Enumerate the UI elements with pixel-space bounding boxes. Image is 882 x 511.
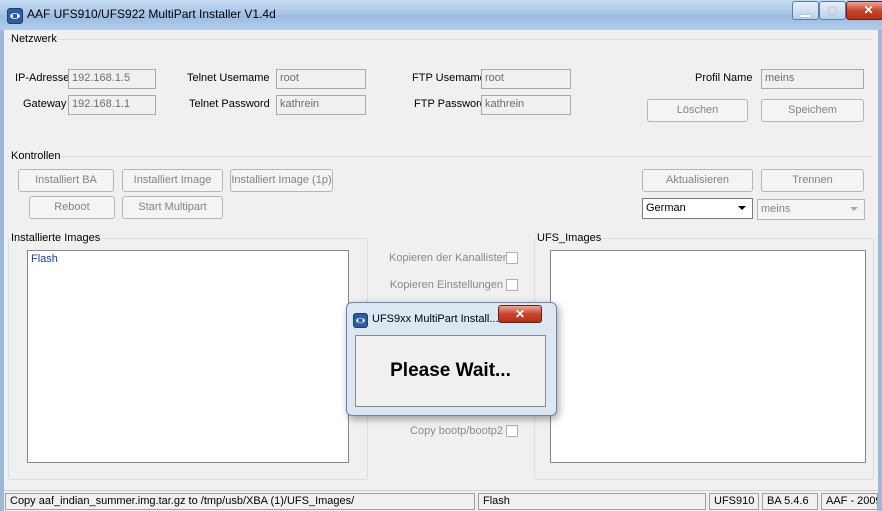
speichern-button[interactable]: Speichem bbox=[761, 99, 864, 122]
dialog-app-icon bbox=[353, 313, 368, 328]
please-wait-dialog: UFS9xx MultiPart Install... ✕ Please Wai… bbox=[346, 302, 557, 416]
telnet-username-field[interactable]: root bbox=[276, 69, 366, 89]
list-item[interactable]: Flash bbox=[31, 253, 58, 265]
installed-images-group-label: Installierte Images bbox=[11, 232, 101, 244]
reboot-button[interactable]: Reboot bbox=[29, 196, 115, 219]
ftp-password-field[interactable]: kathrein bbox=[481, 95, 571, 115]
netzwerk-group-label: Netzwerk bbox=[11, 33, 57, 45]
maximize-icon: □ bbox=[828, 3, 837, 17]
start-multipart-button[interactable]: Start Multipart bbox=[122, 196, 223, 219]
copy-channel-lists-checkbox[interactable] bbox=[506, 252, 518, 264]
aktualisieren-button[interactable]: Aktualisieren bbox=[642, 169, 753, 192]
ufs-images-group-label: UFS_Images bbox=[537, 232, 602, 244]
installed-images-list[interactable]: Flash bbox=[27, 250, 349, 463]
chevron-down-icon bbox=[738, 206, 746, 210]
ufs-images-list[interactable] bbox=[550, 250, 866, 463]
copy-settings-label: Kopieren Einstellungen bbox=[389, 279, 503, 291]
loeschen-button[interactable]: Löschen bbox=[647, 99, 748, 122]
title-bar: AAF UFS910/UFS922 MultiPart Installer V1… bbox=[0, 0, 882, 30]
status-bar: Copy aaf_indian_summer.img.tar.gz to /tm… bbox=[4, 490, 878, 511]
dialog-body: Please Wait... bbox=[355, 335, 546, 407]
gateway-field[interactable]: 192.168.1.1 bbox=[68, 95, 156, 115]
profile-select[interactable]: meins bbox=[757, 199, 865, 220]
app-icon[interactable] bbox=[7, 8, 23, 24]
language-select-value: German bbox=[646, 202, 686, 214]
install-image-button[interactable]: Installiert Image bbox=[122, 169, 223, 192]
netzwerk-group-border bbox=[8, 39, 872, 40]
minimize-button[interactable]: ▁ bbox=[792, 1, 819, 20]
status-ba-version: BA 5.4.6 bbox=[762, 493, 818, 510]
minimize-icon: ▁ bbox=[800, 3, 811, 17]
install-image-1p-button[interactable]: Installiert Image (1p) bbox=[230, 169, 333, 192]
telnet-password-label: Telnet Password bbox=[189, 98, 270, 110]
close-icon: ✕ bbox=[514, 307, 526, 321]
status-target: Flash bbox=[478, 493, 706, 510]
profile-name-field[interactable]: meins bbox=[761, 69, 864, 89]
status-model: UFS910 bbox=[709, 493, 759, 510]
ftp-username-label: FTP Usemame bbox=[412, 72, 486, 84]
ip-address-label: IP-Adresse bbox=[15, 72, 70, 84]
ftp-password-label: FTP Password bbox=[414, 98, 486, 110]
trennen-button[interactable]: Trennen bbox=[761, 169, 864, 192]
copy-settings-checkbox[interactable] bbox=[506, 279, 518, 291]
gateway-label: Gateway bbox=[23, 98, 67, 110]
language-select[interactable]: German bbox=[642, 198, 753, 219]
main-window-client: Netzwerk IP-Adresse 192.168.1.5 Gateway … bbox=[4, 30, 878, 506]
status-copyright: AAF - 2009 bbox=[821, 493, 878, 510]
copy-channel-lists-label: Kopieren der Kanallisten bbox=[389, 252, 509, 264]
copy-bootp-label: Copy bootp/bootp2 bbox=[410, 425, 503, 437]
telnet-username-label: Telnet Usemame bbox=[187, 72, 270, 84]
dialog-title: UFS9xx MultiPart Install... bbox=[372, 313, 499, 325]
ftp-username-field[interactable]: root bbox=[481, 69, 571, 89]
close-button[interactable]: ✕ bbox=[846, 1, 882, 20]
profile-select-value: meins bbox=[761, 203, 791, 215]
close-icon: ✕ bbox=[863, 3, 874, 17]
install-ba-button[interactable]: Installiert BA bbox=[18, 169, 114, 192]
kontrollen-group-border bbox=[8, 156, 872, 157]
profile-name-label: Profil Name bbox=[695, 72, 753, 84]
window-title: AAF UFS910/UFS922 MultiPart Installer V1… bbox=[27, 7, 276, 21]
dialog-close-button[interactable]: ✕ bbox=[498, 305, 542, 323]
kontrollen-group-label: Kontrollen bbox=[11, 150, 61, 162]
chevron-down-icon bbox=[850, 207, 858, 211]
maximize-button[interactable]: □ bbox=[819, 1, 846, 20]
telnet-password-field[interactable]: kathrein bbox=[276, 95, 366, 115]
status-path: Copy aaf_indian_summer.img.tar.gz to /tm… bbox=[5, 493, 475, 510]
ip-address-field[interactable]: 192.168.1.5 bbox=[68, 69, 156, 89]
copy-bootp-checkbox[interactable] bbox=[506, 425, 518, 437]
please-wait-message: Please Wait... bbox=[390, 360, 511, 381]
